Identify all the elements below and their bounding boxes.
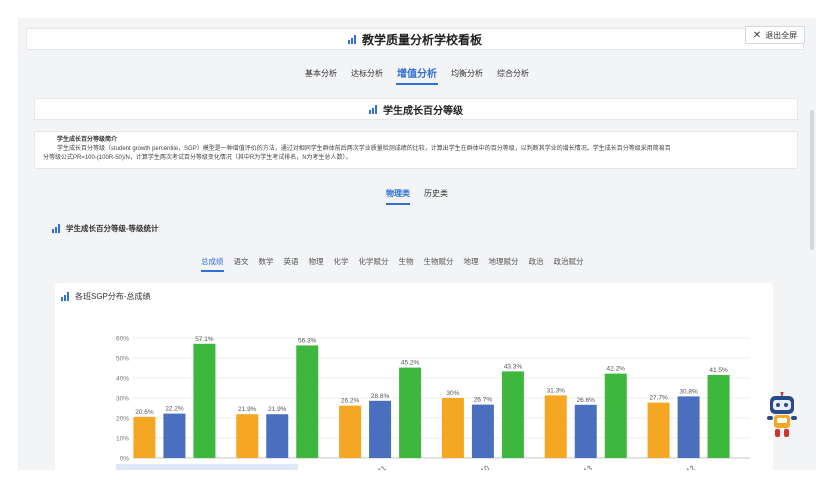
bar xyxy=(133,416,156,458)
bar-value-label: 21.9% xyxy=(268,406,287,413)
tab-subject-politics[interactable]: 政治 xyxy=(529,256,544,272)
bar-value-label: 21.9% xyxy=(238,406,257,413)
bar xyxy=(677,396,700,458)
stats-section-title: 学生成长百分等级-等级统计 xyxy=(52,223,159,234)
bar-value-label: 26.7% xyxy=(474,397,493,404)
page-title: 教学质量分析学校看板 xyxy=(361,32,482,47)
sgp-bar-chart: 0%10%20%30%40%50%60%20.6% 22.2%57.1%22142… xyxy=(116,336,750,470)
bar-chart-icon xyxy=(347,34,356,44)
bar-value-label: 26.6% xyxy=(577,397,596,404)
bar-value-label: 22.2% xyxy=(165,406,184,413)
bar xyxy=(471,404,494,458)
dashboard-title-bar: 教学质量分析学校看板 xyxy=(26,28,804,50)
tab-subject-politics-scaled[interactable]: 政治赋分 xyxy=(554,256,584,272)
intro-panel: 学生成长百分等级简介 学生成长百分等级（student growth perce… xyxy=(34,131,798,169)
bar-chart-icon xyxy=(369,104,377,114)
tab-subject-geography-scaled[interactable]: 地理赋分 xyxy=(489,256,519,272)
bar xyxy=(647,402,670,458)
x-tick-label: 2211 xyxy=(369,464,387,470)
x-tick-label: 2212 xyxy=(678,463,697,470)
y-tick-label: 60% xyxy=(116,336,129,343)
tab-subject-chinese[interactable]: 语文 xyxy=(234,256,249,272)
x-tick-label: 2210 xyxy=(472,463,491,470)
tab-comprehensive-analysis[interactable]: 综合分析 xyxy=(496,66,530,85)
bar xyxy=(574,404,597,458)
bar-chart-icon xyxy=(52,224,60,233)
x-tick-label: 2213 xyxy=(575,463,594,470)
intro-text-line-2: 分等级公式PR=100-(100R-50)/N，计算学生两次考试百分等级变化情况… xyxy=(43,155,352,161)
y-tick-label: 10% xyxy=(116,436,129,443)
close-icon: ✕ xyxy=(752,29,762,41)
tab-subject-physics[interactable]: 物理 xyxy=(309,256,324,272)
bar xyxy=(707,375,730,458)
tab-subject-geography[interactable]: 地理 xyxy=(464,256,479,272)
page-scrollbar[interactable] xyxy=(810,110,814,250)
y-tick-label: 50% xyxy=(116,356,129,363)
tab-subject-total[interactable]: 总成绩 xyxy=(201,256,224,272)
bar-value-label: 26.2% xyxy=(341,398,360,405)
bar xyxy=(544,395,567,458)
tab-subject-english[interactable]: 英语 xyxy=(284,256,299,272)
section-title-bar: 学生成长百分等级 xyxy=(34,98,798,120)
bar xyxy=(339,405,362,458)
tab-subject-biology[interactable]: 生物 xyxy=(399,256,414,272)
y-tick-label: 40% xyxy=(116,376,129,383)
tab-subject-chemistry-scaled[interactable]: 化学赋分 xyxy=(359,256,389,272)
stats-title: 学生成长百分等级-等级统计 xyxy=(66,224,159,233)
bar xyxy=(369,400,392,458)
tab-standard-analysis[interactable]: 达标分析 xyxy=(350,66,384,85)
exit-fullscreen-label: 退出全屏 xyxy=(765,30,798,40)
robot-mascot-icon[interactable] xyxy=(764,392,800,440)
bar xyxy=(296,345,319,458)
bar xyxy=(501,371,524,458)
intro-text-line-1: 学生成长百分等级（student growth percentile，SGP）模… xyxy=(57,146,671,152)
tab-subject-chemistry[interactable]: 化学 xyxy=(334,256,349,272)
category-tabs: 物理类 历史类 xyxy=(18,188,816,205)
intro-heading: 学生成长百分等级简介 xyxy=(57,137,118,143)
scroll-track-strip xyxy=(116,464,298,470)
y-tick-label: 0% xyxy=(120,456,130,463)
bar-value-label: 45.2% xyxy=(401,360,420,367)
sgp-chart-card: 各班SGP分布-总成绩 0% 10% 20% 30% 40% 50% 60% 20.6% 22.… xyxy=(55,283,773,470)
tab-basic-analysis[interactable]: 基本分析 xyxy=(304,66,338,85)
exit-fullscreen-button[interactable]: ✕ 退出全屏 xyxy=(745,26,805,44)
bar-value-label: 31.3% xyxy=(547,387,566,394)
bar-value-label: 20.6% xyxy=(135,409,154,416)
bar-value-label: 43.3% xyxy=(504,363,523,370)
tab-subject-biology-scaled[interactable]: 生物赋分 xyxy=(424,256,454,272)
bar xyxy=(604,373,627,458)
bar xyxy=(236,414,259,458)
bar xyxy=(441,398,464,458)
dashboard-page: 教学质量分析学校看板 基本分析 达标分析 增值分析 均衡分析 综合分析 学生成长… xyxy=(18,18,816,470)
tab-subject-math[interactable]: 数学 xyxy=(259,256,274,272)
bar-value-label: 56.3% xyxy=(298,337,317,344)
tab-history-track[interactable]: 历史类 xyxy=(424,188,448,205)
bar-value-label: 41.5% xyxy=(709,367,728,374)
tab-value-added-analysis[interactable]: 增值分析 xyxy=(396,63,438,85)
y-tick-label: 20% xyxy=(116,416,129,423)
bar-value-label: 30.8% xyxy=(679,388,698,395)
bar-value-label: 30% xyxy=(446,390,459,397)
bar xyxy=(193,343,216,458)
bar-value-label: 27.7% xyxy=(649,395,668,402)
tab-physics-track[interactable]: 物理类 xyxy=(386,188,410,205)
y-tick-label: 30% xyxy=(116,396,129,403)
tab-balance-analysis[interactable]: 均衡分析 xyxy=(450,66,484,85)
analysis-nav-tabs: 基本分析 达标分析 增值分析 均衡分析 综合分析 xyxy=(18,66,816,85)
subject-tabs: 总成绩 语文 数学 英语 物理 化学 化学赋分 生物 生物赋分 地理 地理赋分 … xyxy=(201,256,584,272)
bar-value-label: 42.2% xyxy=(607,366,626,373)
bar-value-label: 57.1% xyxy=(195,336,214,343)
bar xyxy=(266,414,289,458)
section-title: 学生成长百分等级 xyxy=(383,105,463,117)
bar xyxy=(399,367,422,458)
bar-value-label: 28.6% xyxy=(371,393,390,400)
bar xyxy=(163,413,186,458)
